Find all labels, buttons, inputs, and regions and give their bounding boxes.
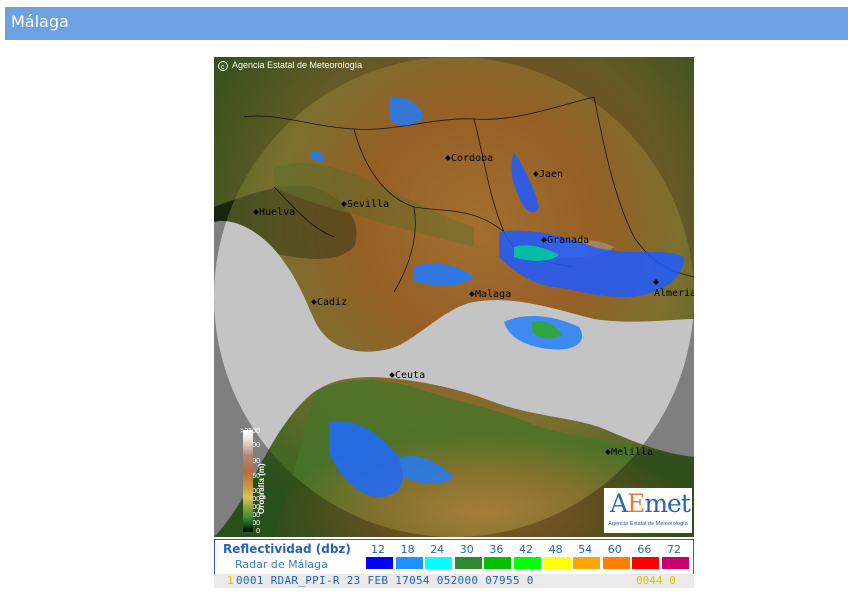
city-almeria: Almeria <box>653 277 694 299</box>
scale-swatch <box>454 557 482 569</box>
city-ceuta: Ceuta <box>389 370 426 381</box>
reflectivity-scale: 12 18 24 30 36 42 48 54 60 66 72 <box>363 542 689 570</box>
orography-title: Orografía (m) <box>257 463 266 514</box>
status-flag: 1 <box>227 574 234 587</box>
scale-value: 36 <box>489 543 504 556</box>
scale-swatch <box>366 557 393 569</box>
city-ceuta-label: Ceuta <box>395 370 426 381</box>
legend-subtitle: Radar de Málaga <box>235 558 328 571</box>
city-cordoba-label: Cordoba <box>451 153 494 164</box>
scale-item: 54 <box>570 542 601 569</box>
scale-swatch <box>662 557 689 569</box>
orography-color-bar <box>243 430 253 532</box>
city-melilla-label: Melilla <box>611 447 654 458</box>
city-huelva: Huelva <box>253 207 296 218</box>
scale-item: 24 <box>422 542 453 569</box>
city-malaga-label: Malaga <box>475 289 512 300</box>
city-almeria-label: Almeria <box>654 288 694 299</box>
scale-item: 66 <box>629 542 660 569</box>
scale-item: 60 <box>600 542 630 569</box>
scale-item: 30 <box>452 542 482 569</box>
svg-text:c: c <box>221 64 225 71</box>
status-tail: 0044 0 <box>636 574 676 587</box>
status-line: 0001 RDAR_PPI-R 23 FEB 17054 052000 0795… <box>236 574 534 587</box>
city-granada-label: Granada <box>547 235 590 246</box>
scale-item: 42 <box>511 542 541 569</box>
orography-legend: >2500 2000 1500 1250 1000 800 600 400 20… <box>216 428 274 536</box>
map-copyright: Agencia Estatal de Meteorología <box>232 60 363 70</box>
city-sevilla: Sevilla <box>341 199 390 210</box>
scale-swatch <box>573 557 601 569</box>
scale-item: 18 <box>393 542 423 569</box>
scale-item: 72 <box>659 542 689 569</box>
scale-value: 54 <box>578 543 593 556</box>
city-cadiz-label: Cadiz <box>317 297 348 308</box>
scale-swatch <box>395 557 423 569</box>
radar-map-graphic: c <box>214 57 694 537</box>
scale-value: 24 <box>430 543 445 556</box>
city-sevilla-label: Sevilla <box>347 199 390 210</box>
scale-swatch <box>543 557 571 569</box>
city-jaen-label: Jaen <box>539 169 564 180</box>
city-cadiz: Cadiz <box>311 297 348 308</box>
scale-swatch <box>484 557 512 569</box>
scale-swatch <box>514 557 541 569</box>
scale-item: 36 <box>481 542 512 569</box>
scale-item: 48 <box>541 542 571 569</box>
legend-title: Reflectividad (dbz) <box>223 542 351 556</box>
logo-text: AEmet <box>610 489 691 518</box>
radar-map: c Agencia Estatal de Meteorología Cordob… <box>214 57 694 537</box>
reflectivity-legend: Reflectividad (dbz) Radar de Málaga 12 18… <box>214 539 694 575</box>
scale-value: 42 <box>519 543 533 556</box>
scale-value: 66 <box>637 543 652 556</box>
city-jaen: Jaen <box>533 169 564 180</box>
city-huelva-label: Huelva <box>259 207 296 218</box>
scale-swatch <box>602 557 630 569</box>
scale-value: 30 <box>459 543 474 556</box>
scale-item: 12 <box>363 542 393 569</box>
scale-swatch <box>632 557 660 569</box>
page-title: Málaga <box>11 12 69 31</box>
scale-value: 60 <box>607 543 622 556</box>
city-cordoba: Cordoba <box>445 153 494 164</box>
city-granada: Granada <box>541 235 590 246</box>
page-header: Málaga <box>5 7 848 40</box>
scale-swatch <box>425 557 453 569</box>
status-bar: 1 0001 RDAR_PPI-R 23 FEB 17054 052000 07… <box>214 574 694 588</box>
logo-subtitle: Agencia Estatal de Meteorología <box>608 521 688 527</box>
scale-value: 12 <box>371 543 385 556</box>
city-malaga: Malaga <box>469 289 512 300</box>
oro-label: 0 <box>256 528 260 535</box>
scale-value: 18 <box>400 543 415 556</box>
scale-value: 72 <box>667 543 681 556</box>
city-melilla: Melilla <box>605 447 654 458</box>
scale-value: 48 <box>548 543 563 556</box>
aemet-logo: AEmet Agencia Estatal de Meteorología <box>604 488 692 533</box>
